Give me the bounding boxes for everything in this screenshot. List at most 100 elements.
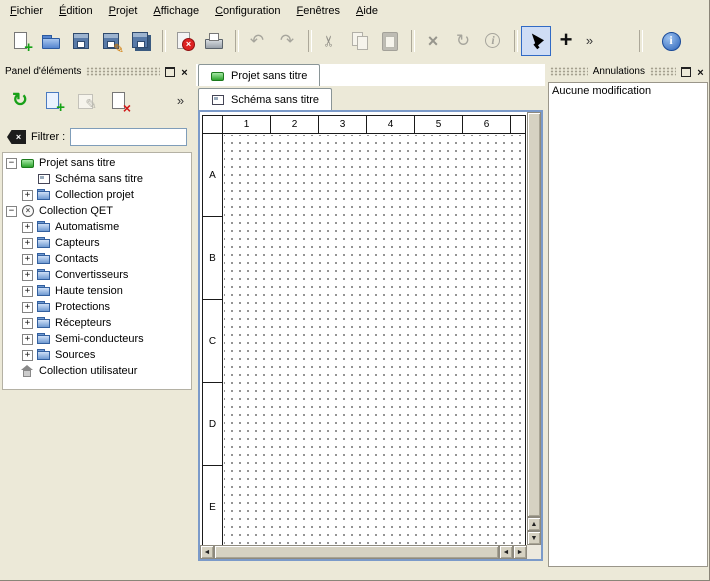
select-mode-button[interactable]: [521, 26, 551, 56]
copy-icon: [349, 30, 371, 52]
elements-panel: Panel d'éléments: [2, 64, 192, 575]
tree-expander-icon[interactable]: [22, 190, 33, 201]
rotate-button[interactable]: [448, 26, 478, 56]
schema-tab[interactable]: Schéma sans titre: [198, 88, 332, 110]
menu-item[interactable]: Aide: [348, 2, 386, 20]
folder-icon: [37, 349, 51, 361]
elements-panel-title: Panel d'éléments: [2, 66, 84, 77]
column-header: 6: [463, 116, 511, 133]
undo-panel: Annulations Aucune modification: [548, 64, 708, 577]
paste-button[interactable]: [375, 26, 405, 56]
element-info-button[interactable]: [478, 26, 508, 56]
tree-item[interactable]: Automatisme: [3, 219, 191, 235]
folder-icon: [37, 285, 51, 297]
delete-button[interactable]: [418, 26, 448, 56]
float-panel-button[interactable]: [162, 65, 177, 78]
new-element-button[interactable]: [38, 86, 68, 116]
undo-button[interactable]: [242, 26, 272, 56]
filter-input[interactable]: [70, 128, 187, 146]
save-button[interactable]: [66, 26, 96, 56]
horizontal-scroll-thumb[interactable]: [214, 545, 499, 559]
tree-item[interactable]: Contacts: [3, 251, 191, 267]
tree-item[interactable]: Haute tension: [3, 283, 191, 299]
tree-expander-icon[interactable]: [22, 302, 33, 313]
tree-expander-icon[interactable]: [22, 334, 33, 345]
redo-button[interactable]: [272, 26, 302, 56]
about-button[interactable]: [656, 26, 686, 56]
scroll-left-button[interactable]: [200, 545, 214, 559]
menu-item[interactable]: Projet: [101, 2, 146, 20]
schema-canvas[interactable]: 123456 ABCDE: [200, 112, 527, 545]
folder-icon: [37, 221, 51, 233]
elements-panel-toolbar: [2, 85, 192, 117]
menu-item[interactable]: Édition: [51, 2, 101, 20]
menu-item[interactable]: Affichage: [145, 2, 207, 20]
overflow-icon: [579, 30, 601, 52]
cut-button[interactable]: [315, 26, 345, 56]
titlebar-grip: [86, 67, 160, 76]
new-document-icon: [10, 30, 32, 52]
save-as-button[interactable]: [96, 26, 126, 56]
delete-element-button[interactable]: [104, 86, 134, 116]
vertical-scrollbar[interactable]: [527, 112, 541, 545]
elements-panel-titlebar[interactable]: Panel d'éléments: [2, 64, 192, 79]
vertical-scroll-thumb[interactable]: [527, 112, 541, 517]
scroll-left-button-2[interactable]: [499, 545, 513, 559]
edit-element-button[interactable]: [71, 86, 101, 116]
tree-item[interactable]: Sources: [3, 347, 191, 363]
tree-expander-icon[interactable]: [6, 158, 17, 169]
tree-expander-icon[interactable]: [22, 318, 33, 329]
scroll-down-button[interactable]: [527, 531, 541, 545]
close-panel-button[interactable]: [693, 65, 708, 78]
project-area: Projet sans titre Schéma sans titre 1234…: [196, 64, 545, 577]
move-mode-button[interactable]: [551, 26, 581, 56]
undo-history-entry[interactable]: Aucune modification: [549, 83, 707, 99]
tree-item[interactable]: Collection QET: [3, 203, 191, 219]
close-file-button[interactable]: [169, 26, 199, 56]
print-button[interactable]: [199, 26, 229, 56]
row-header: B: [203, 217, 222, 300]
tree-expander-icon[interactable]: [22, 270, 33, 281]
save-icon: [70, 30, 92, 52]
tree-item[interactable]: Protections: [3, 299, 191, 315]
undo-panel-titlebar[interactable]: Annulations: [548, 64, 708, 79]
tree-expander-icon[interactable]: [6, 206, 17, 217]
qelectrotech-window: FichierÉditionProjetAffichageConfigurati…: [0, 0, 710, 581]
tree-item[interactable]: Convertisseurs: [3, 267, 191, 283]
tree-item[interactable]: Récepteurs: [3, 315, 191, 331]
float-panel-button[interactable]: [678, 65, 693, 78]
project-tab[interactable]: Projet sans titre: [198, 64, 320, 86]
close-panel-button[interactable]: [177, 65, 192, 78]
schema-view: 123456 ABCDE: [198, 110, 543, 561]
tree-item[interactable]: Collection utilisateur: [3, 363, 191, 379]
toolbar-overflow-button[interactable]: [581, 26, 598, 56]
tree-expander-icon[interactable]: [22, 350, 33, 361]
scroll-right-button[interactable]: [513, 545, 527, 559]
tree-expander-icon[interactable]: [22, 222, 33, 233]
save-all-button[interactable]: [126, 26, 156, 56]
tree-item[interactable]: Schéma sans titre: [3, 171, 191, 187]
copy-button[interactable]: [345, 26, 375, 56]
open-project-button[interactable]: [36, 26, 66, 56]
menu-item[interactable]: Configuration: [207, 2, 288, 20]
tree-item[interactable]: Capteurs: [3, 235, 191, 251]
horizontal-scrollbar[interactable]: [200, 545, 527, 559]
close-icon: [181, 64, 187, 79]
folder-icon: [37, 317, 51, 329]
float-icon: [681, 67, 691, 77]
tree-item[interactable]: Projet sans titre: [3, 155, 191, 171]
menu-item[interactable]: Fenêtres: [289, 2, 348, 20]
reload-collections-button[interactable]: [5, 86, 35, 116]
new-document-button[interactable]: [6, 26, 36, 56]
panel-overflow-button[interactable]: [172, 90, 189, 112]
tree-expander-icon[interactable]: [22, 286, 33, 297]
scroll-up-button[interactable]: [527, 517, 541, 531]
tree-item-label: Automatisme: [55, 221, 119, 233]
tree-expander-icon[interactable]: [22, 254, 33, 265]
menu-item[interactable]: Fichier: [2, 2, 51, 20]
tree-item[interactable]: Semi-conducteurs: [3, 331, 191, 347]
tree-item[interactable]: Collection projet: [3, 187, 191, 203]
redo-icon: [276, 30, 298, 52]
clear-filter-button[interactable]: [7, 130, 26, 144]
tree-expander-icon[interactable]: [22, 238, 33, 249]
